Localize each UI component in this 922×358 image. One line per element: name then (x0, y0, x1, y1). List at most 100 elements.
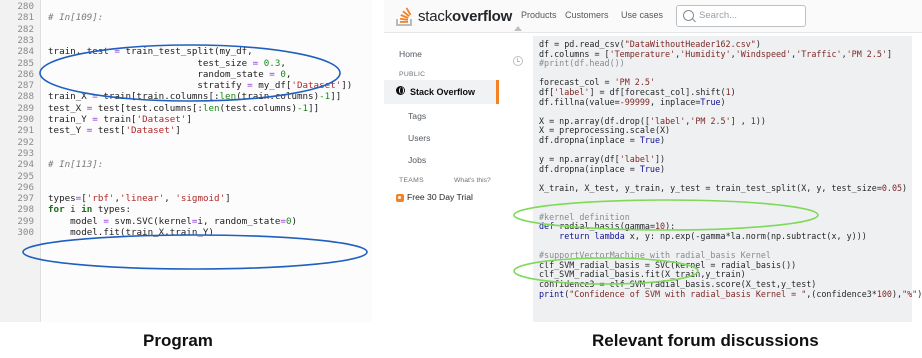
post-code-token: forecast_col = (539, 77, 615, 88)
code-token: model.fit(train_X,train_Y) (48, 227, 214, 238)
code-token: stratify (48, 80, 248, 92)
post-code-token: 10 (654, 221, 666, 232)
caption-forum: Relevant forum discussions (592, 331, 819, 350)
post-code-token: True (639, 135, 661, 145)
code-token: 'Dataset' (136, 114, 187, 125)
post-code-token: #supportVectorMachine with radial_basis … (539, 250, 771, 261)
post-code-token: ,(confidence3* (806, 288, 877, 299)
post-code-token: ] (886, 48, 893, 59)
code-token: train[train.columns[: (97, 91, 220, 103)
code-line: 294 # In[113]: (0, 159, 372, 170)
post-code-token: ] , (730, 115, 751, 126)
line-number: 289 (17, 102, 34, 114)
post-code-token: 'Temperature' (609, 48, 676, 59)
code-token: for (48, 204, 65, 216)
post-code-line: y = np.array(df['label']) (539, 154, 665, 164)
post-code-token: 'label' (649, 115, 686, 126)
post-code-token: y = np.array(df[ (539, 154, 620, 165)
upvote-arrow-icon[interactable] (514, 26, 522, 31)
search-input[interactable]: Search... (676, 5, 806, 27)
code-token: ]] (308, 102, 320, 114)
history-icon[interactable] (513, 56, 523, 66)
post-code-token: df.columns = [ (539, 48, 610, 59)
post-code-token: )) (755, 115, 766, 126)
code-token: len (219, 91, 237, 103)
post-code-line: df['label'] = df[forecast_col].shift(1) (539, 87, 736, 97)
code-line: 296 (0, 182, 372, 193)
code-line: 292 (0, 137, 372, 148)
sidebar-item-jobs[interactable]: Jobs (408, 155, 426, 165)
post-code-token: x, y: np.exp(-gamma*la.norm(np.subtract(… (624, 231, 867, 241)
post-code-line: #print(df.head()) (539, 58, 625, 68)
post-code-token: ) (660, 163, 666, 174)
sidebar-item-tags[interactable]: Tags (408, 111, 426, 121)
sidebar-item-users[interactable]: Users (408, 133, 430, 143)
post-code-line: print("Confidence of SVM with radial_bas… (539, 289, 922, 299)
code-token: test[ (92, 125, 126, 137)
search-icon (683, 10, 694, 21)
post-code-token: 100 (876, 288, 892, 299)
post-code-token: 'label' (554, 87, 590, 97)
line-number: 280 (17, 1, 34, 12)
post-code-line: df.dropna(inplace = True) (539, 135, 665, 145)
post-code-token: ]) (654, 154, 666, 165)
post-code-token: "Confidence of SVM with radial_basis Ker… (569, 288, 807, 299)
code-token: train, test (48, 46, 115, 58)
line-number: 286 (17, 68, 34, 80)
stackoverflow-logo-icon[interactable] (394, 6, 416, 28)
code-text: model = svm.SVC(kernel=i, random_state=0… (48, 216, 297, 227)
post-code-token: X = np.array(df.drop([ (539, 115, 650, 126)
code-token: 'Dataset' (125, 125, 176, 137)
stackoverflow-wordmark[interactable]: stackoverflow (418, 8, 512, 25)
search-placeholder: Search... (699, 10, 738, 21)
caption-program: Program (143, 331, 213, 350)
line-number: 283 (17, 34, 34, 46)
code-token: i, random_state (197, 215, 281, 227)
nav-products[interactable]: Products (521, 10, 557, 20)
code-line: 291 test_Y = test['Dataset'] (0, 125, 372, 136)
nav-customers[interactable]: Customers (565, 10, 609, 20)
whats-this-link[interactable]: What's this? (454, 177, 491, 184)
code-token: # In[113]: (48, 159, 104, 171)
line-number: 299 (17, 215, 34, 227)
code-token: random_state (48, 68, 270, 80)
post-code-token: 0.05 (881, 183, 903, 193)
post-code-token: df.fillna(value= (539, 96, 620, 107)
line-number: 294 (17, 159, 34, 171)
code-token: -1 (319, 91, 331, 103)
code-text: stratify = my_df['Dataset']) (48, 80, 352, 91)
code-token: 'sigmoid' (175, 193, 226, 205)
sidebar-item-home[interactable]: Home (399, 49, 422, 59)
post-code-token: ) (755, 39, 761, 49)
sidebar-item-stack-overflow[interactable]: Stack Overflow (384, 80, 499, 104)
code-line: 284 train, test = train_test_split(my_df, (0, 46, 372, 57)
line-number: 296 (17, 181, 34, 193)
post-code-token: def (539, 221, 555, 232)
code-line: 280 (0, 1, 372, 12)
code-token: ] (175, 125, 181, 137)
line-number: 288 (17, 91, 34, 103)
code-text: random_state = 0, (48, 69, 291, 80)
code-token: ] (186, 114, 192, 125)
post-code-token: #kernel definition (539, 211, 630, 222)
post-code-token: confidence3 = clf_SVM_radial_basis.score… (539, 279, 817, 289)
code-text: train_Y = train['Dataset'] (48, 114, 192, 125)
post-code-token: radial_basis(gamma= (554, 221, 655, 232)
post-code-line: df.columns = ['Temperature','Humidity','… (539, 49, 892, 59)
free-trial-link[interactable]: Free 30 Day Trial (407, 192, 473, 202)
line-number: 290 (17, 114, 34, 125)
code-text: test_Y = test['Dataset'] (48, 125, 181, 136)
code-token: ] (225, 193, 231, 205)
code-text: for i in types: (48, 204, 131, 215)
post-code-token: 'PM 2.5' (846, 48, 887, 59)
line-number: 295 (17, 170, 34, 182)
code-token: my_df[ (252, 80, 292, 92)
code-line: 295 (0, 171, 372, 182)
post-code-token: 'Windspeed' (735, 48, 792, 59)
code-line: 290 train_Y = train['Dataset'] (0, 114, 372, 125)
code-line: 283 (0, 35, 372, 46)
code-token: types (48, 193, 76, 205)
code-token: # In[109]: (48, 12, 104, 24)
post-code-token: 'Traffic' (796, 48, 842, 59)
nav-use-cases[interactable]: Use cases (621, 10, 663, 20)
